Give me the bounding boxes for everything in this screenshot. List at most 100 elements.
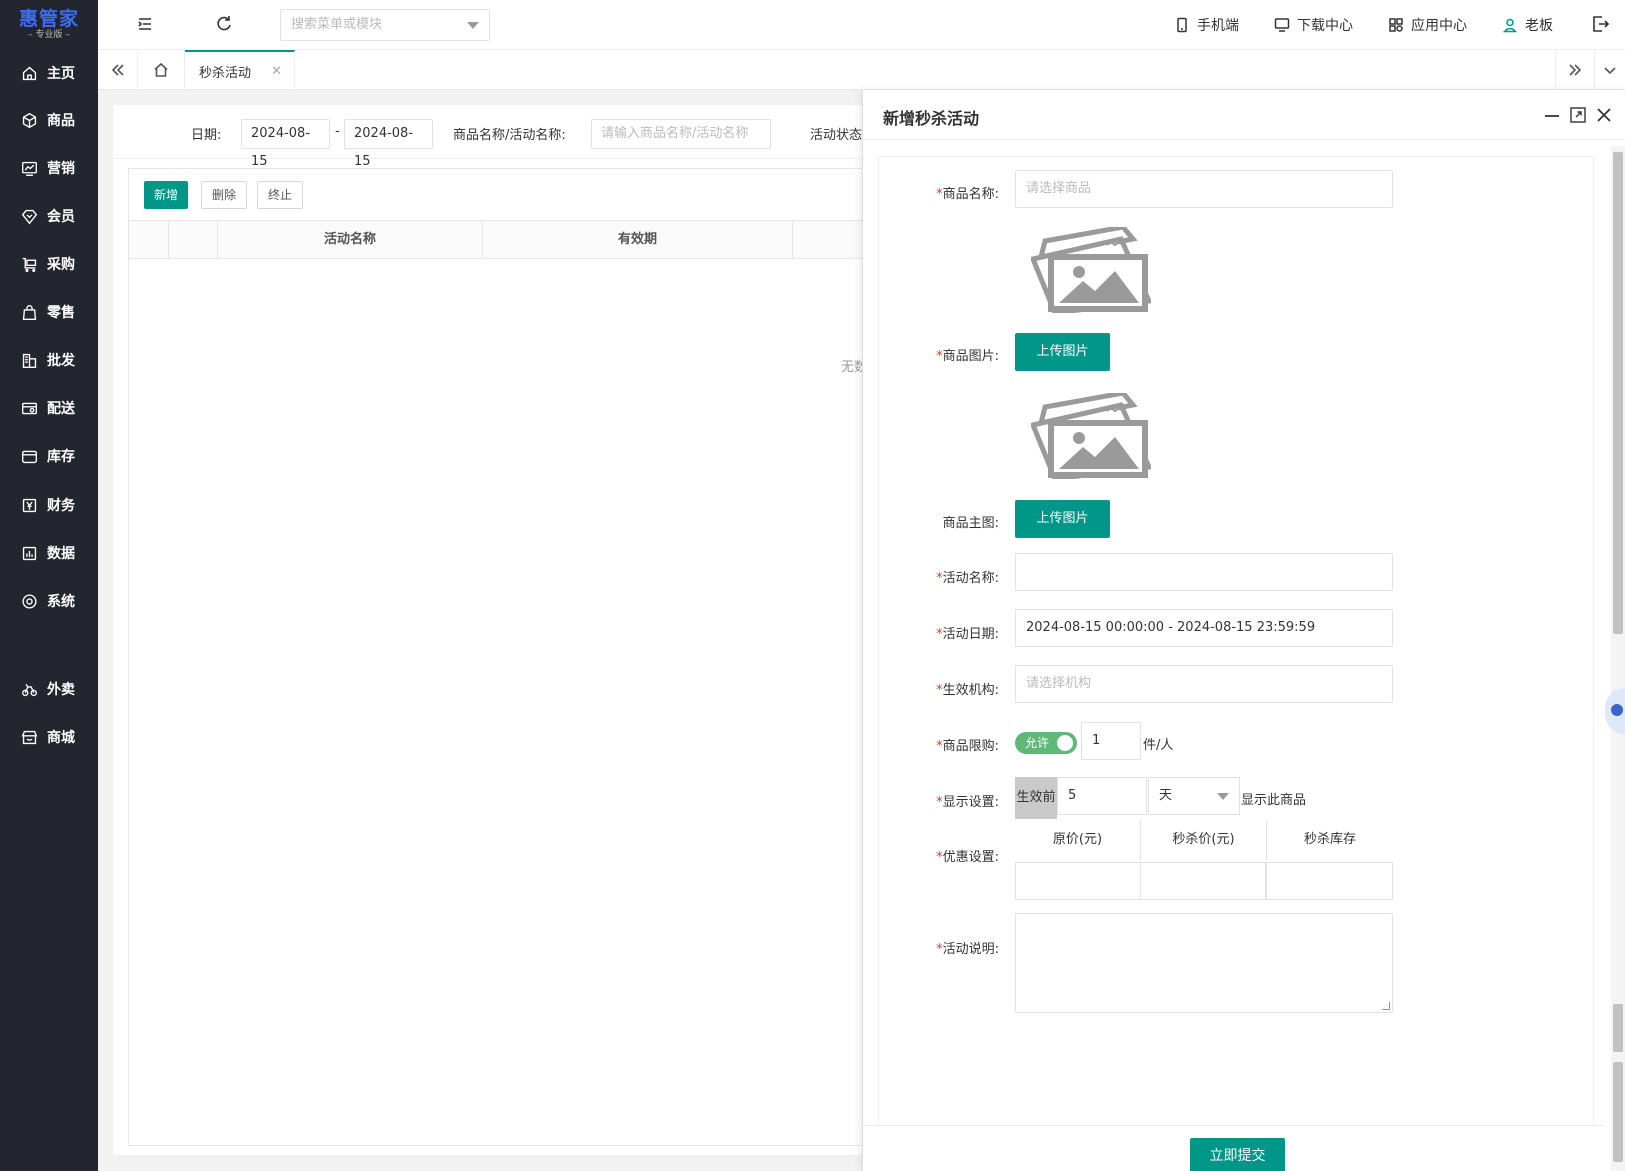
apps-icon	[1389, 18, 1403, 32]
checkbox-column-header[interactable]	[129, 221, 169, 259]
upload-product-image-button[interactable]: 上传图片	[1015, 333, 1110, 371]
mobile-link[interactable]: 手机端	[1174, 15, 1239, 35]
sidebar-item-takeout[interactable]: 外卖	[0, 669, 98, 709]
display-unit-value: 天	[1159, 788, 1173, 803]
tab-home[interactable]	[138, 50, 185, 90]
sidebar-item-wholesale[interactable]: 批发	[0, 340, 98, 380]
date-end-input[interactable]: 2024-08-15	[344, 119, 433, 169]
app-center-link[interactable]: 应用中心	[1388, 15, 1467, 35]
image-placeholder-icon	[1031, 227, 1151, 313]
table-toolbar: 新增 删除 终止	[129, 169, 873, 221]
chevron-down-icon	[1604, 67, 1616, 75]
display-prefix: 生效前	[1015, 777, 1057, 819]
double-chevron-left-icon	[111, 64, 124, 76]
sidebar-item-marketing[interactable]: 营销	[0, 148, 98, 188]
maximize-icon[interactable]	[1569, 106, 1587, 124]
tab-seckill-label: 秒杀活动	[199, 65, 252, 81]
seckill-price-input[interactable]	[1140, 862, 1266, 900]
limit-quantity-input[interactable]: 1	[1081, 722, 1141, 760]
menu-search-select[interactable]: 搜索菜单或模块	[280, 9, 490, 41]
product-name-select[interactable]: 请选择商品	[1015, 170, 1393, 208]
sidebar-item-mall[interactable]: 商城	[0, 717, 98, 757]
sidebar-item-finance[interactable]: 财务	[0, 485, 98, 525]
sidebar-item-products[interactable]: 商品	[0, 100, 98, 140]
mobile-icon	[1177, 17, 1187, 33]
scrollbar-thumb[interactable]	[1613, 152, 1623, 634]
display-unit-select[interactable]: 天	[1148, 777, 1240, 815]
menu-toggle-icon[interactable]	[135, 14, 155, 34]
scrollbar-thumb-secondary[interactable]	[1613, 1004, 1623, 1052]
user-menu[interactable]: 老板	[1502, 15, 1553, 35]
monitor-icon	[1274, 18, 1290, 32]
home-icon	[22, 66, 37, 80]
tab-menu-button[interactable]	[1595, 50, 1625, 90]
drawer-scrollbar[interactable]	[1611, 146, 1625, 1171]
sidebar: 惠管家 – 专业版 – 主页 商品 营销 会员 采购 零售 批发 配送 库存 财…	[0, 0, 98, 1171]
name-filter-input[interactable]: 请输入商品名称/活动名称	[591, 119, 771, 149]
column-header-activity-name[interactable]: 活动名称	[218, 221, 483, 259]
scrollbar-thumb-tertiary[interactable]	[1613, 1062, 1623, 1162]
display-days-input[interactable]: 5	[1057, 777, 1147, 815]
sidebar-item-purchase[interactable]: 采购	[0, 244, 98, 284]
seckill-stock-input[interactable]	[1266, 862, 1393, 900]
date-start-input[interactable]: 2024-08-15	[241, 119, 330, 169]
description-label: *活动说明:	[936, 942, 999, 957]
brand-name: 惠管家	[18, 7, 79, 30]
drawer-header: 新增秒杀活动	[863, 90, 1625, 140]
table-header: 活动名称 有效期	[129, 221, 873, 259]
sidebar-item-home[interactable]: 主页	[0, 53, 98, 93]
download-center-link[interactable]: 下载中心	[1274, 15, 1353, 35]
refresh-icon[interactable]	[214, 14, 234, 34]
double-chevron-right-icon	[1569, 64, 1582, 76]
main-panel: 日期: 2024-08-15 - 2024-08-15 商品名称/活动名称: 请…	[113, 105, 873, 1155]
settings-icon	[22, 593, 37, 609]
column-header-validity[interactable]: 有效期	[483, 221, 793, 259]
chevron-down-icon	[1217, 793, 1229, 800]
sidebar-item-label: 批发	[47, 353, 75, 369]
tab-scroll-right-button[interactable]	[1555, 50, 1595, 90]
bag-icon	[22, 304, 37, 320]
original-price-input[interactable]	[1015, 862, 1141, 900]
logout-icon[interactable]	[1590, 14, 1610, 34]
sidebar-item-label: 营销	[47, 161, 75, 177]
org-select[interactable]: 请选择机构	[1015, 665, 1393, 703]
upload-main-image-button[interactable]: 上传图片	[1015, 500, 1110, 538]
close-icon[interactable]: ✕	[271, 64, 282, 79]
add-button[interactable]: 新增	[144, 181, 189, 209]
yuan-icon	[22, 498, 37, 512]
delete-button[interactable]: 删除	[201, 181, 248, 209]
description-textarea[interactable]	[1015, 913, 1393, 1013]
activity-table: 新增 删除 终止 活动名称 有效期 无数	[128, 168, 873, 1146]
sidebar-item-label: 库存	[47, 449, 75, 465]
tab-scroll-left-button[interactable]	[98, 50, 138, 90]
sidebar-item-retail[interactable]: 零售	[0, 292, 98, 332]
warehouse-icon	[22, 450, 37, 463]
diamond-icon	[21, 209, 38, 224]
activity-name-input[interactable]	[1015, 553, 1393, 591]
activity-date-input[interactable]: 2024-08-15 00:00:00 - 2024-08-15 23:59:5…	[1015, 609, 1393, 647]
sidebar-item-data[interactable]: 数据	[0, 533, 98, 573]
chevron-down-icon	[467, 22, 479, 29]
discount-header-seckill-price: 秒杀价(元)	[1141, 820, 1267, 860]
stop-button[interactable]: 终止	[257, 181, 304, 209]
sidebar-item-inventory[interactable]: 库存	[0, 436, 98, 476]
limit-toggle[interactable]: 允许	[1015, 732, 1077, 754]
sidebar-item-label: 外卖	[47, 682, 75, 698]
sidebar-item-members[interactable]: 会员	[0, 196, 98, 236]
shop-icon	[21, 730, 38, 744]
discount-header-original-price: 原价(元)	[1015, 820, 1141, 860]
chart-icon	[22, 161, 37, 176]
sidebar-item-label: 商城	[47, 730, 75, 746]
tab-seckill[interactable]: 秒杀活动 ✕	[185, 50, 295, 90]
sidebar-item-system[interactable]: 系统	[0, 581, 98, 621]
minimize-icon[interactable]	[1543, 106, 1561, 124]
sidebar-item-label: 数据	[47, 546, 75, 562]
close-icon[interactable]	[1595, 106, 1613, 124]
date-separator: -	[335, 124, 340, 139]
sidebar-item-delivery[interactable]: 配送	[0, 388, 98, 428]
display-label: *显示设置:	[936, 795, 999, 810]
resize-handle-icon[interactable]	[1382, 1002, 1390, 1010]
brand-logo[interactable]: 惠管家 – 专业版 –	[0, 0, 98, 48]
submit-button[interactable]: 立即提交	[1190, 1138, 1285, 1171]
status-filter-label: 活动状态	[810, 128, 863, 143]
